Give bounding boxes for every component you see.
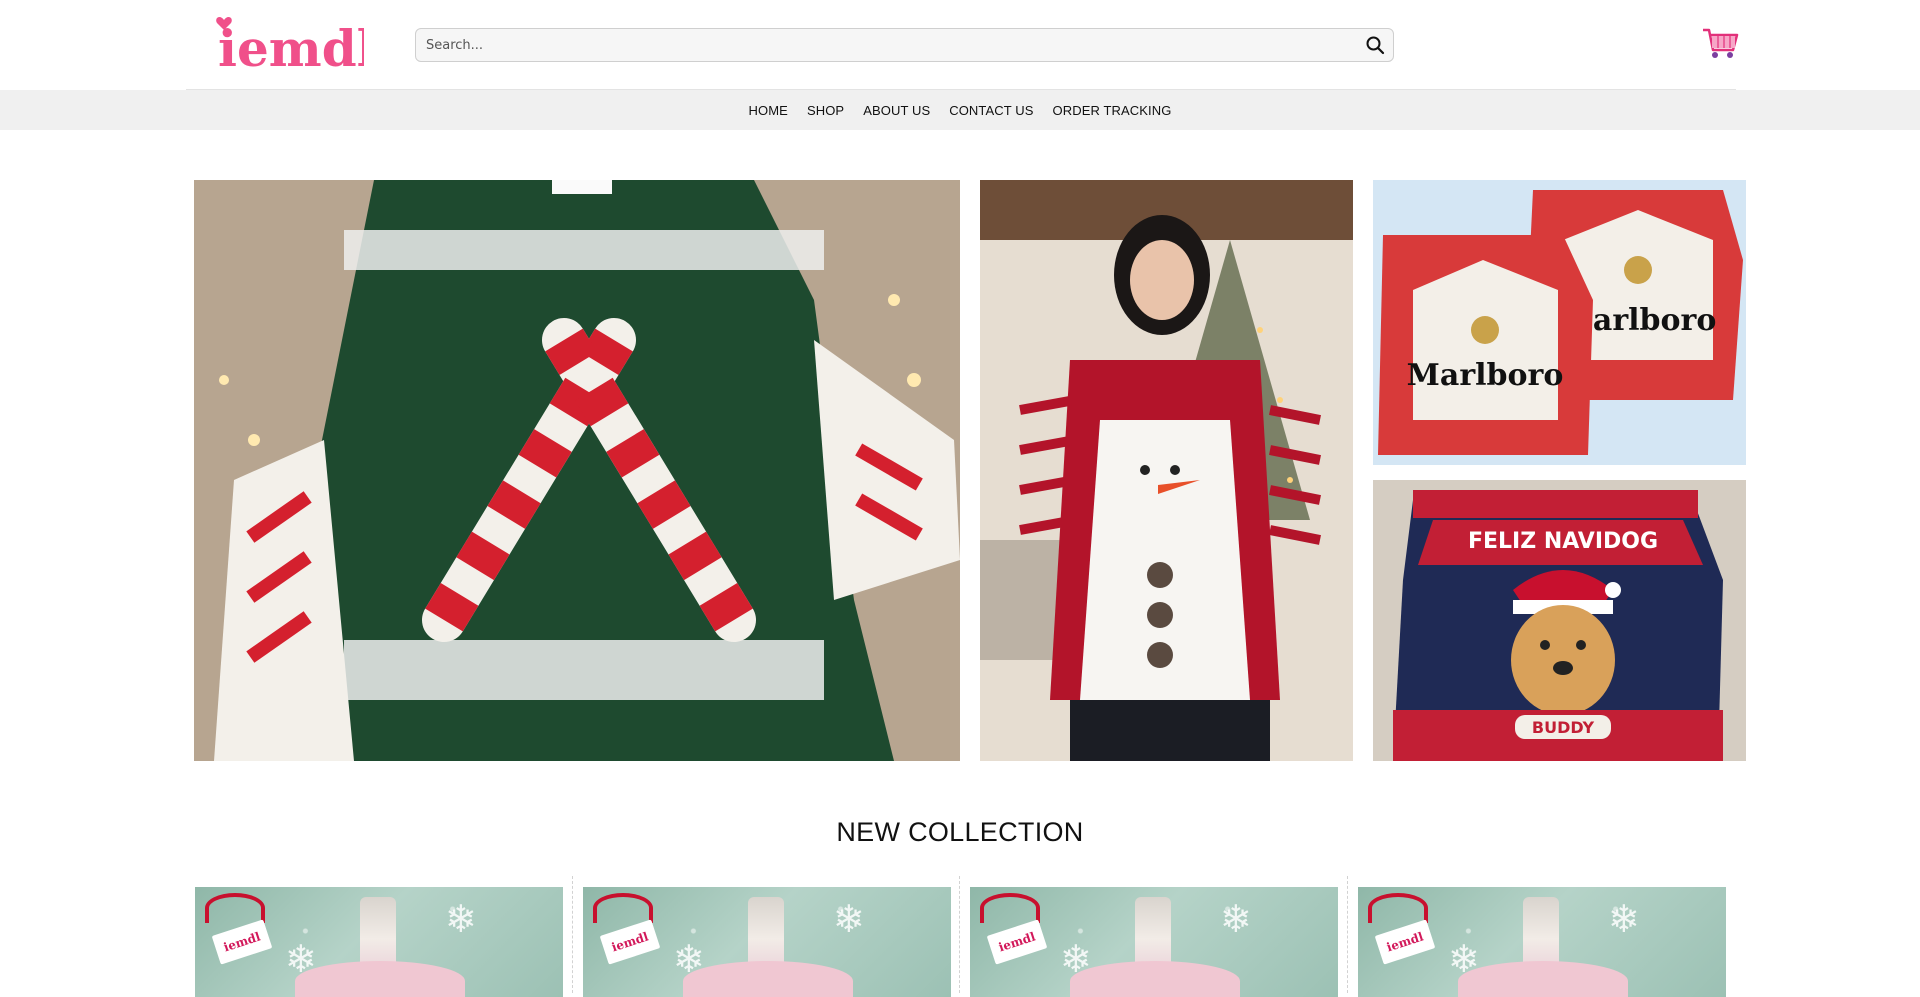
ribbon-bow <box>593 893 653 923</box>
product-card[interactable]: iemdl ❄ ❄ <box>194 876 564 997</box>
product-tag: iemdl <box>1374 919 1436 965</box>
product-grid: iemdl ❄ ❄ iemdl ❄ ❄ iemdl ❄ ❄ iemdl ❄ ❄ <box>194 876 1727 997</box>
search-bar <box>415 28 1394 62</box>
product-bottle <box>1135 897 1171 967</box>
nav-home[interactable]: HOME <box>739 103 797 118</box>
product-card[interactable]: iemdl ❄ ❄ <box>1357 876 1727 997</box>
snowflake-icon: ❄ <box>445 897 477 941</box>
marlboro-sweater-image: Marlboro Marlboro <box>1373 180 1746 465</box>
product-image[interactable]: iemdl ❄ ❄ <box>1358 887 1726 997</box>
product-separator <box>959 876 960 993</box>
ribbon-bow <box>1368 893 1428 923</box>
product-tag: iemdl <box>599 919 661 965</box>
product-tag: iemdl <box>986 919 1048 965</box>
banner-marlboro-sweaters[interactable]: Marlboro Marlboro <box>1373 180 1746 465</box>
main-nav: HOME SHOP ABOUT US CONTACT US ORDER TRAC… <box>0 90 1920 130</box>
candy-cane-sweater-image <box>194 180 960 761</box>
dog-name-text: BUDDY <box>1532 718 1595 737</box>
ribbon-bow <box>205 893 265 923</box>
section-title-new-collection: NEW COLLECTION <box>836 817 1084 847</box>
product-image[interactable]: iemdl ❄ ❄ <box>970 887 1338 997</box>
snowflake-icon: ❄ <box>833 897 865 941</box>
product-bottle <box>360 897 396 967</box>
navidog-sweater-image: FELIZ NAVIDOG BUDDY <box>1373 480 1746 761</box>
site-header: iemdl <box>0 0 1920 90</box>
ribbon-bow <box>980 893 1040 923</box>
search-icon[interactable] <box>1365 35 1385 55</box>
banner-candy-cane-sweater[interactable] <box>194 180 960 761</box>
banner-navidog-sweater[interactable]: FELIZ NAVIDOG BUDDY <box>1373 480 1746 761</box>
product-image[interactable]: iemdl ❄ ❄ <box>583 887 951 997</box>
product-bottle <box>1523 897 1559 967</box>
snowman-sweater-image <box>980 180 1353 761</box>
header-inner: iemdl <box>186 0 1739 90</box>
product-image[interactable]: iemdl ❄ ❄ <box>195 887 563 997</box>
navidog-text: FELIZ NAVIDOG <box>1468 529 1658 554</box>
site-logo[interactable]: iemdl <box>214 14 364 72</box>
product-separator <box>572 876 573 993</box>
product-bottle <box>748 897 784 967</box>
product-sweater <box>295 961 465 997</box>
nav-order-tracking[interactable]: ORDER TRACKING <box>1043 103 1181 118</box>
logo-text: iemdl <box>218 19 364 72</box>
product-sweater <box>1458 961 1628 997</box>
cart-icon[interactable] <box>1701 26 1739 60</box>
nav-contact-us[interactable]: CONTACT US <box>940 103 1043 118</box>
nav-shop[interactable]: SHOP <box>797 103 853 118</box>
nav-about-us[interactable]: ABOUT US <box>854 103 940 118</box>
product-tag: iemdl <box>211 919 273 965</box>
product-card[interactable]: iemdl ❄ ❄ <box>582 876 952 997</box>
marlboro-text-front: Marlboro <box>1407 358 1564 393</box>
product-sweater <box>1070 961 1240 997</box>
product-card[interactable]: iemdl ❄ ❄ <box>969 876 1339 997</box>
banner-snowman-sweater[interactable] <box>980 180 1353 761</box>
product-separator <box>1347 876 1348 993</box>
product-sweater <box>683 961 853 997</box>
nav-list: HOME SHOP ABOUT US CONTACT US ORDER TRAC… <box>739 90 1181 130</box>
snowflake-icon: ❄ <box>1220 897 1252 941</box>
snowflake-icon: ❄ <box>1608 897 1640 941</box>
search-input[interactable] <box>426 29 1346 61</box>
